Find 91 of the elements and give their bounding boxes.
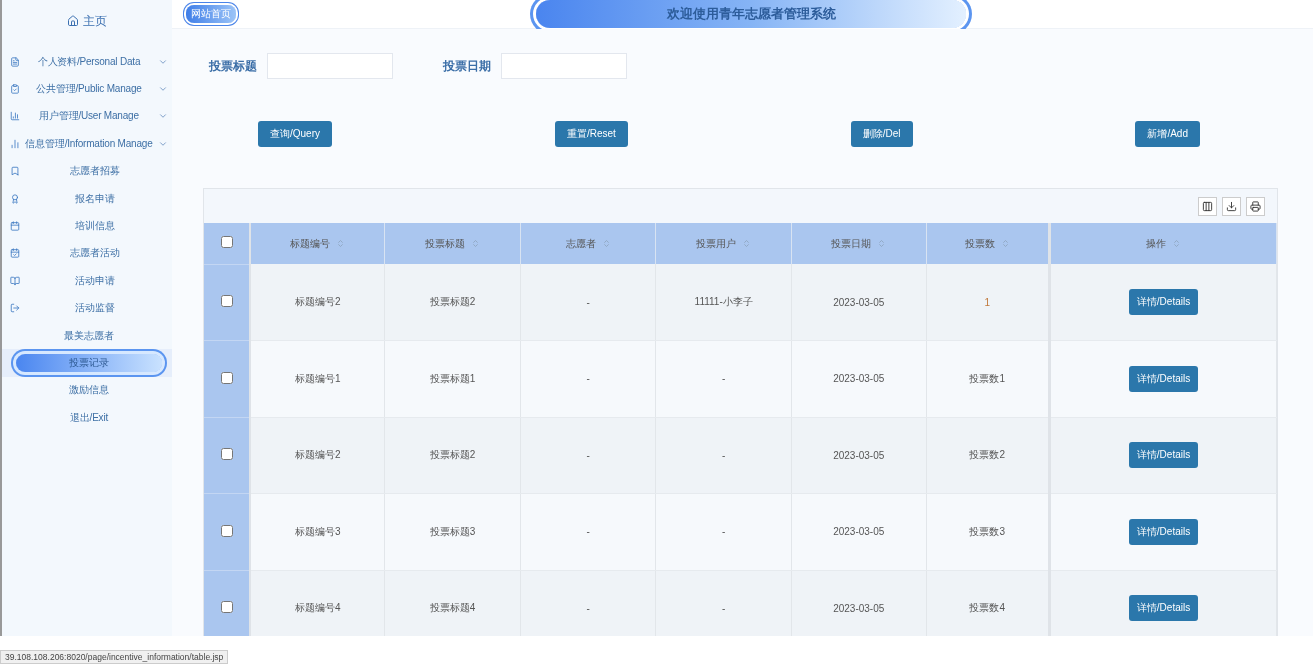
award-icon: [10, 193, 20, 204]
search-field[interactable]: [501, 53, 627, 79]
details-button[interactable]: 详情/Details: [1128, 595, 1199, 622]
download-icon: [1226, 200, 1237, 212]
column-header[interactable]: 投票日期: [831, 236, 872, 251]
action-button[interactable]: 新增/Add: [1135, 121, 1200, 147]
calendar-icon: [10, 221, 20, 232]
table-cell: -: [586, 296, 590, 308]
action-button[interactable]: 重置/Reset: [554, 121, 628, 147]
print-button[interactable]: [1246, 196, 1265, 216]
table-cell: 投票数4: [969, 602, 1006, 614]
table-cell: 投票数1: [969, 372, 1006, 384]
table-cell: 2023-03-05: [833, 602, 885, 614]
logout-icon: [10, 303, 20, 314]
table-cell: -: [586, 373, 590, 385]
table-cell: 标题编号2: [294, 296, 341, 307]
action-button[interactable]: 删除/Del: [850, 121, 913, 147]
column-header[interactable]: 志愿者: [565, 236, 596, 251]
table-cell: 标题编号3: [294, 525, 341, 537]
sidebar-item[interactable]: 志愿者活动: [2, 239, 172, 268]
row-checkbox[interactable]: [220, 524, 233, 537]
table-cell: 投票标题2: [429, 296, 476, 307]
table-cell: 标题编号2: [294, 449, 341, 461]
table-cell: 1: [984, 296, 991, 308]
sidebar-item[interactable]: 活动监督: [2, 294, 172, 322]
details-button[interactable]: 详情/Details: [1128, 442, 1199, 469]
details-button[interactable]: 详情/Details: [1128, 518, 1199, 545]
table-cell: -: [722, 526, 726, 538]
print-icon: [1250, 200, 1261, 212]
select-all-checkbox[interactable]: [220, 236, 233, 249]
table-cell: 标题编号4: [294, 602, 341, 614]
sidebar-item[interactable]: 信息管理/Information Manage: [2, 130, 172, 158]
row-checkbox[interactable]: [220, 448, 233, 461]
table-cell: 2023-03-05: [833, 449, 885, 461]
column-header[interactable]: 操作: [1146, 236, 1166, 251]
column-header[interactable]: 投票标题: [425, 236, 466, 251]
table-cell: 投票标题2: [429, 449, 476, 461]
bookmark-icon: [10, 166, 20, 177]
search-field[interactable]: [267, 53, 393, 79]
details-button[interactable]: 详情/Details: [1128, 289, 1199, 315]
export-button[interactable]: [1222, 196, 1241, 216]
sidebar-item[interactable]: 用户管理/User Manage: [2, 102, 172, 131]
book-icon: [10, 275, 20, 286]
table-cell: 投票标题1: [429, 372, 476, 384]
table-cell: -: [722, 373, 726, 385]
sidebar-item[interactable]: 投票记录: [2, 349, 172, 377]
calendar-check-icon: [10, 248, 20, 259]
row-checkbox[interactable]: [220, 601, 233, 614]
sidebar-item[interactable]: 志愿者招募: [2, 157, 172, 185]
sidebar-item[interactable]: 最美志愿者: [2, 321, 172, 350]
sidebar-item[interactable]: 退出/Exit: [2, 404, 172, 432]
columns-button[interactable]: [1198, 196, 1217, 216]
home-icon: [67, 15, 79, 27]
row-checkbox[interactable]: [220, 295, 233, 308]
home-link[interactable]: 主页: [2, 0, 172, 42]
table-cell: 2023-03-05: [833, 296, 885, 308]
table-cell: 投票数2: [969, 449, 1006, 461]
search-label: 投票标题: [209, 57, 257, 75]
table-cell: -: [722, 449, 726, 461]
site-home-link[interactable]: 网站首页: [186, 5, 236, 23]
table-cell: 投票标题4: [429, 602, 476, 614]
table-cell: 投票数3: [969, 525, 1006, 537]
bar-chart-icon: [10, 138, 20, 149]
clipboard-icon: [10, 84, 20, 95]
table-cell: -: [586, 449, 590, 461]
sidebar-item[interactable]: 培训信息: [2, 212, 172, 240]
details-button[interactable]: 详情/Details: [1128, 365, 1199, 392]
sidebar-item[interactable]: 激励信息: [2, 376, 172, 405]
status-url: 39.108.108.206:8020/page/incentive_information/table.jsp: [0, 650, 229, 664]
search-label: 投票日期: [443, 57, 491, 75]
table-cell: 11111-小李子: [694, 296, 753, 307]
sidebar-item[interactable]: 个人资料/Personal Data: [2, 48, 172, 76]
column-header[interactable]: 投票数: [964, 236, 995, 251]
action-button[interactable]: 查询/Query: [258, 121, 332, 147]
table-cell: 标题编号1: [294, 372, 341, 384]
columns-icon: [1202, 200, 1213, 212]
table-cell: 2023-03-05: [833, 526, 885, 538]
column-header[interactable]: 标题编号: [290, 236, 331, 251]
sidebar-item[interactable]: 报名申请: [2, 184, 172, 213]
bar-chart-icon: [10, 111, 20, 122]
table-cell: -: [586, 602, 590, 614]
table-cell: -: [722, 602, 726, 614]
document-icon: [10, 56, 20, 67]
table-cell: -: [586, 526, 590, 538]
table-cell: 2023-03-05: [833, 373, 885, 385]
table-cell: 投票标题3: [429, 525, 476, 537]
column-header[interactable]: 投票用户: [696, 236, 737, 251]
sidebar-item[interactable]: 公共管理/Public Manage: [2, 75, 172, 103]
row-checkbox[interactable]: [220, 371, 233, 384]
sidebar-item[interactable]: 活动申请: [2, 267, 172, 295]
home-label: 主页: [83, 12, 107, 30]
